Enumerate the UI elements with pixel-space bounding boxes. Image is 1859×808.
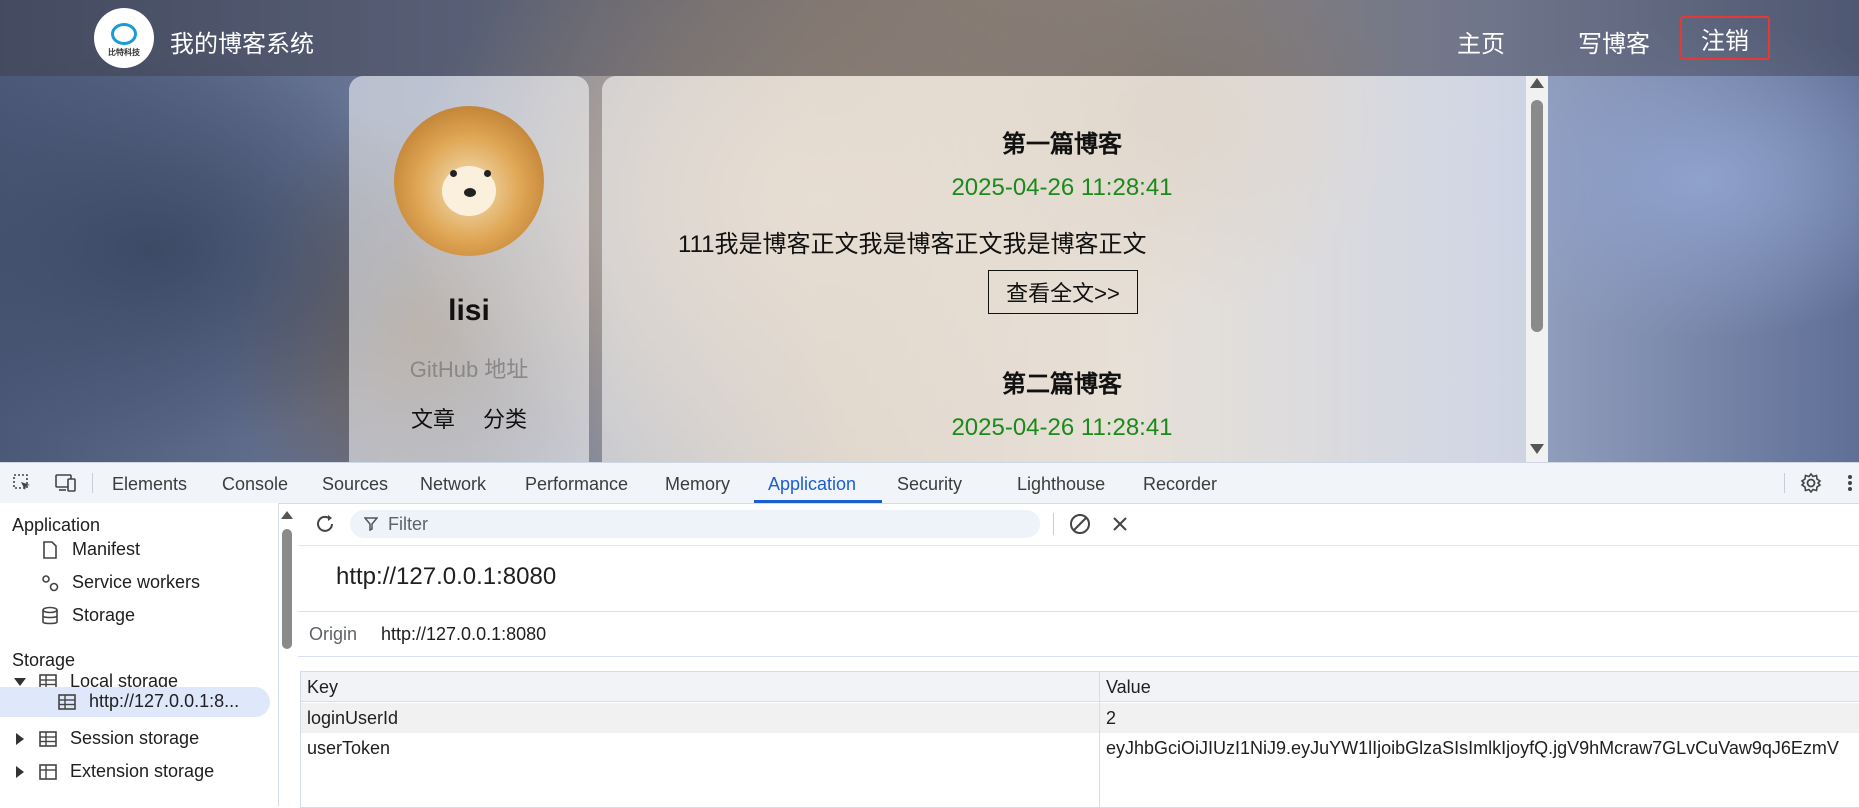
top-navigation-bar: 比特科技 我的博客系统 主页 写博客 注销 — [0, 0, 1859, 76]
nav-home-link[interactable]: 主页 — [1457, 24, 1505, 59]
scrollbar-thumb[interactable] — [1531, 100, 1543, 332]
document-icon — [43, 540, 57, 559]
tab-network[interactable]: Network — [420, 474, 486, 495]
expand-down-arrow-icon[interactable] — [14, 677, 26, 686]
view-full-article-button[interactable]: 查看全文>> — [988, 270, 1138, 314]
storage-main-panel: Filter http://127.0.0.1:8080 Origin http… — [298, 503, 1859, 808]
origin-label: Origin — [309, 624, 358, 644]
more-options-icon[interactable] — [1846, 473, 1854, 493]
sidebar-scrollbar[interactable] — [280, 503, 294, 806]
blog-title: 第二篇博客 — [1002, 371, 1122, 398]
site-title: 我的博客系统 — [170, 31, 314, 58]
sidebar-item-local-storage-origin[interactable]: http://127.0.0.1:8... — [57, 691, 239, 712]
table-cell-value[interactable]: eyJhbGciOiJIUzI1NiJ9.eyJuYW1lIjoibGlzaSI… — [1100, 733, 1859, 763]
devtools-tab-bar: Elements Console Sources Network Perform… — [0, 463, 1859, 504]
profile-card: lisi GitHub 地址 文章 分类 — [349, 76, 589, 462]
sidebar-header-application: Application — [12, 515, 101, 535]
tab-application[interactable]: Application — [768, 474, 856, 495]
categories-label: 分类 — [483, 407, 528, 432]
sidebar-item-session-storage[interactable]: Session storage — [14, 728, 199, 749]
logo-icon — [111, 22, 137, 45]
database-icon — [42, 606, 58, 624]
scroll-up-arrow-icon[interactable] — [1530, 78, 1544, 88]
expand-right-arrow-icon[interactable] — [16, 732, 24, 745]
devtools-panel: Elements Console Sources Network Perform… — [0, 462, 1859, 808]
sidebar-item-label: Session storage — [70, 728, 200, 748]
tab-sources[interactable]: Sources — [322, 474, 388, 495]
tab-performance[interactable]: Performance — [525, 474, 628, 495]
column-header-key[interactable]: Key — [301, 672, 1099, 702]
page-viewport: 比特科技 我的博客系统 主页 写博客 注销 lisi GitHub 地址 文章 … — [0, 0, 1859, 462]
refresh-icon[interactable] — [314, 513, 336, 535]
tab-console[interactable]: Console — [222, 474, 288, 495]
table-icon — [39, 730, 57, 747]
clear-all-icon[interactable] — [1069, 513, 1091, 535]
nav-write-blog-link[interactable]: 写博客 — [1578, 24, 1650, 59]
sidebar-item-storage[interactable]: Storage — [40, 605, 135, 626]
gears-icon — [42, 574, 59, 591]
table-cell-key[interactable]: loginUserId — [301, 703, 1099, 733]
sidebar-item-label: http://127.0.0.1:8... — [89, 691, 240, 711]
tab-lighthouse[interactable]: Lighthouse — [1017, 474, 1105, 495]
sidebar-header-storage: Storage — [12, 650, 76, 670]
origin-title: http://127.0.0.1:8080 — [336, 563, 557, 590]
inspect-element-icon[interactable] — [12, 473, 32, 493]
filter-placeholder: Filter — [388, 513, 428, 534]
column-header-value[interactable]: Value — [1100, 672, 1859, 702]
site-logo: 比特科技 — [94, 8, 154, 68]
nav-logout-link[interactable]: 注销 — [1680, 16, 1770, 60]
settings-gear-icon[interactable] — [1800, 472, 1822, 494]
device-toolbar-icon[interactable] — [54, 473, 78, 493]
table-icon — [39, 763, 57, 780]
sidebar-item-service-workers[interactable]: Service workers — [40, 572, 200, 593]
scroll-down-arrow-icon[interactable] — [1530, 444, 1544, 454]
sidebar-item-label: Service workers — [72, 572, 201, 592]
sidebar-item-label: Manifest — [72, 539, 141, 559]
origin-value: http://127.0.0.1:8080 — [381, 624, 547, 644]
blog-summary: 111我是博客正文我是博客正文我是博客正文 — [678, 231, 1147, 258]
tab-elements[interactable]: Elements — [112, 474, 187, 495]
blog-list: 第一篇博客 2025-04-26 11:28:41 111我是博客正文我是博客正… — [602, 76, 1548, 462]
tab-memory[interactable]: Memory — [665, 474, 730, 495]
tab-security[interactable]: Security — [897, 474, 962, 495]
github-link[interactable]: GitHub 地址 — [349, 352, 589, 384]
avatar — [394, 106, 544, 256]
filter-funnel-icon — [364, 517, 378, 531]
table-icon — [58, 693, 76, 710]
profile-counters: 文章 分类 — [349, 402, 589, 434]
scroll-up-arrow-icon[interactable] — [281, 511, 293, 519]
blog-title: 第一篇博客 — [1002, 131, 1122, 158]
sidebar-item-label: Storage — [72, 605, 136, 625]
articles-label: 文章 — [410, 407, 455, 432]
blog-date: 2025-04-26 11:28:41 — [951, 414, 1173, 441]
sidebar-item-extension-storage[interactable]: Extension storage — [14, 761, 214, 782]
storage-table: Key Value loginUserId 2 userToken eyJhbG… — [300, 671, 1859, 808]
blog-date: 2025-04-26 11:28:41 — [951, 174, 1173, 201]
sidebar-scrollbar-thumb[interactable] — [282, 529, 292, 649]
expand-right-arrow-icon[interactable] — [16, 765, 24, 778]
filter-input[interactable]: Filter — [350, 510, 1040, 538]
profile-username: lisi — [448, 294, 490, 327]
table-cell-value[interactable]: 2 — [1100, 703, 1859, 733]
tab-recorder[interactable]: Recorder — [1143, 474, 1217, 495]
table-cell-key[interactable]: userToken — [301, 733, 1099, 763]
delete-selected-icon[interactable] — [1111, 515, 1129, 533]
origin-row: Origin http://127.0.0.1:8080 — [298, 611, 1859, 657]
sidebar-item-label: Extension storage — [70, 761, 215, 781]
sidebar-item-manifest[interactable]: Manifest — [40, 539, 140, 560]
application-sidebar: Application Manifest Service workers Sto… — [0, 503, 279, 806]
storage-toolbar: Filter — [298, 503, 1859, 546]
logo-text: 比特科技 — [108, 47, 140, 57]
